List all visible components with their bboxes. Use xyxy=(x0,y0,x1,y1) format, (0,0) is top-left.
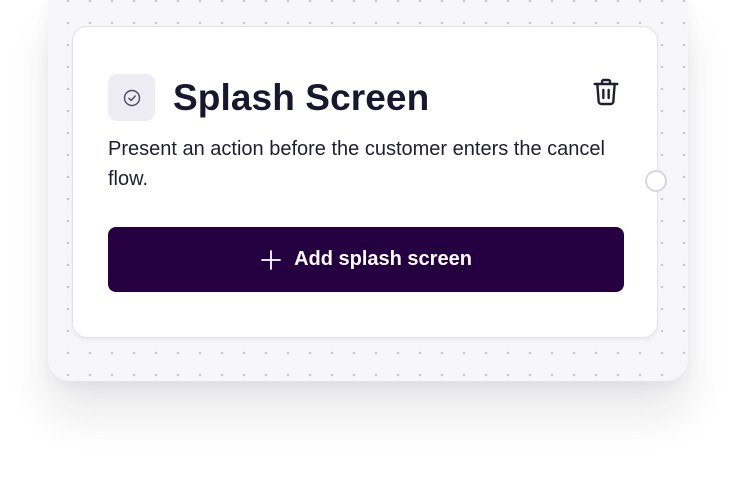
add-splash-screen-button[interactable]: Add splash screen xyxy=(108,227,624,292)
card-title: Splash Screen xyxy=(173,77,430,118)
step-badge xyxy=(108,74,155,121)
add-button-label: Add splash screen xyxy=(294,248,472,270)
plus-icon xyxy=(260,249,282,271)
connection-handle[interactable] xyxy=(645,170,667,192)
trash-icon xyxy=(593,78,619,106)
card-description: Present an action before the customer en… xyxy=(108,138,605,190)
check-circle-icon xyxy=(123,89,140,106)
splash-screen-card: Splash Screen Present an action before t… xyxy=(72,26,658,338)
delete-button[interactable] xyxy=(589,75,623,109)
